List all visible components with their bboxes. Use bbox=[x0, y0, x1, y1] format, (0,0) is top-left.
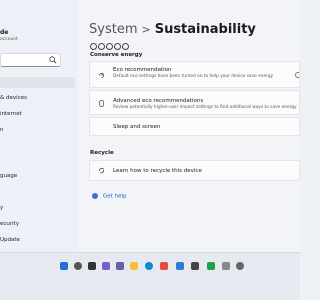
store-icon[interactable] bbox=[160, 262, 168, 270]
section-title-conserve: Conserve energy bbox=[90, 52, 143, 58]
user-name: de bbox=[0, 29, 9, 36]
sidebar-item-accessibility[interactable]: y bbox=[0, 203, 75, 214]
sleep-and-screen-card[interactable]: Sleep and screen bbox=[89, 117, 300, 136]
mail-icon[interactable] bbox=[176, 262, 184, 270]
widgets-icon[interactable] bbox=[102, 262, 110, 270]
advanced-eco-title: Advanced eco recommendations bbox=[113, 98, 204, 104]
settings-taskbar-icon[interactable] bbox=[222, 262, 230, 270]
section-title-recycle: Recycle bbox=[90, 150, 114, 156]
chevron-right-icon bbox=[295, 72, 299, 78]
recycle-learn-title: Learn how to recycle this device bbox=[113, 168, 202, 174]
task-view-icon[interactable] bbox=[88, 262, 96, 270]
help-icon bbox=[92, 193, 98, 199]
leaf-icon bbox=[98, 43, 105, 50]
get-help-label: Get help bbox=[103, 193, 127, 200]
leaf-icon bbox=[90, 43, 97, 50]
gear-icon[interactable] bbox=[236, 262, 244, 270]
sidebar-item-update[interactable]: Update bbox=[0, 235, 75, 246]
leaf-icon bbox=[114, 43, 121, 50]
terminal-icon[interactable] bbox=[191, 262, 199, 270]
start-icon[interactable] bbox=[60, 262, 68, 270]
advanced-eco-card[interactable]: Advanced eco recommendations Review pote… bbox=[89, 90, 300, 115]
sidebar-item-personalization[interactable]: n bbox=[0, 125, 75, 136]
recycle-icon bbox=[99, 168, 104, 174]
leaf-icon bbox=[106, 43, 113, 50]
sidebar-item-system[interactable] bbox=[0, 77, 75, 88]
energy-icon bbox=[99, 73, 104, 78]
search-input[interactable] bbox=[0, 53, 61, 67]
eco-recommendation-card[interactable]: Eco recommendation Default eco settings … bbox=[89, 61, 300, 88]
leaf-icon bbox=[122, 43, 129, 50]
edge-icon[interactable] bbox=[145, 262, 153, 270]
breadcrumb: System > Sustainability bbox=[89, 22, 256, 37]
get-help-link[interactable]: Get help bbox=[92, 193, 126, 200]
sidebar: de account & devices internet n guage y … bbox=[0, 0, 78, 252]
sidebar-item-language[interactable]: guage bbox=[0, 171, 75, 182]
search-icon bbox=[49, 56, 57, 64]
recycle-card[interactable]: Learn how to recycle this device bbox=[89, 160, 300, 181]
app-icon[interactable] bbox=[207, 262, 215, 270]
user-account: account bbox=[0, 37, 18, 42]
eco-icons bbox=[90, 43, 129, 50]
search-icon[interactable] bbox=[74, 262, 82, 270]
breadcrumb-parent[interactable]: System bbox=[89, 22, 137, 37]
sidebar-item-security[interactable]: ecurity bbox=[0, 219, 75, 230]
sidebar-item-network[interactable]: internet bbox=[0, 109, 75, 120]
eco-recommendation-desc: Default eco settings have been turned on… bbox=[113, 74, 274, 79]
chat-icon[interactable] bbox=[116, 262, 124, 270]
taskbar bbox=[0, 252, 300, 300]
sidebar-item-devices[interactable]: & devices bbox=[0, 93, 75, 104]
eco-recommendation-title: Eco recommendation bbox=[113, 67, 172, 73]
advanced-eco-desc: Review potentially higher-user impact se… bbox=[113, 105, 297, 110]
device-icon bbox=[99, 100, 104, 107]
sleep-and-screen-title: Sleep and screen bbox=[113, 124, 161, 130]
breadcrumb-separator: > bbox=[141, 23, 151, 36]
file-explorer-icon[interactable] bbox=[130, 262, 138, 270]
settings-window: de account & devices internet n guage y … bbox=[0, 0, 300, 252]
page-title: Sustainability bbox=[154, 22, 256, 37]
